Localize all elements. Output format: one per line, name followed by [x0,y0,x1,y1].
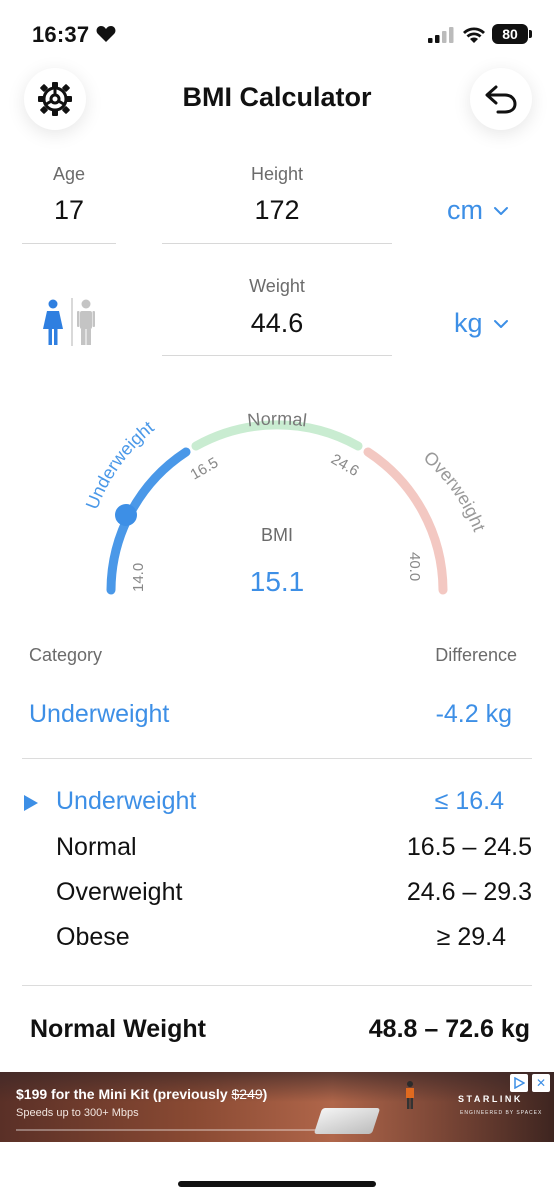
range-value: ≤ 16.4 [434,787,504,815]
gauge-tick-24-6: 24.6 [328,451,362,480]
height-unit-select[interactable]: cm [447,195,509,226]
ad-headline: $199 for the Mini Kit (previously $249) [16,1086,267,1102]
chevron-down-icon [493,319,508,328]
height-label: Height [250,164,304,184]
ad-person-image [406,1081,414,1109]
gender-toggle[interactable] [42,298,102,348]
back-button[interactable] [470,68,532,130]
ad-product-image [313,1108,381,1134]
home-indicator[interactable] [178,1181,376,1187]
female-icon [43,299,63,345]
gauge-zone-label-underweight: Underweight [82,417,158,512]
difference-label: Difference [435,645,517,665]
cellular-signal-icon [428,27,454,43]
ad-subline: Speeds up to 300+ Mbps [16,1107,139,1119]
range-row-normal: Normal 16.5 – 24.5 [0,833,554,869]
range-name: Obese [56,923,130,951]
bmi-value: 15.1 [249,566,305,597]
ad-headline-suffix: ) [262,1086,268,1102]
normal-weight-value: 48.8 – 72.6 kg [368,1015,530,1043]
age-field[interactable]: 17 [22,195,116,226]
ad-fine-print-graphic [16,1128,336,1134]
ad-headline-old-price: $249 [231,1086,263,1102]
range-row-overweight: Overweight 24.6 – 29.3 [0,878,554,914]
category-value: Underweight [29,700,170,728]
ad-close-icon[interactable]: ✕ [532,1074,550,1092]
heart-icon [96,26,116,42]
ad-banner[interactable]: $199 for the Mini Kit (previously $249) … [0,1072,554,1142]
status-bar: 16:37 80 [0,0,554,70]
adchoices-icon[interactable] [510,1074,528,1092]
weight-label: Weight [249,276,305,296]
selected-marker-icon [24,795,38,811]
age-label: Age [52,164,86,184]
age-underline [22,243,116,244]
range-value: 24.6 – 29.3 [406,878,532,906]
range-value: ≥ 29.4 [436,923,506,951]
gauge-tick-16-5: 16.5 [188,454,222,483]
status-time: 16:37 [32,22,90,47]
weight-unit-label: kg [454,308,483,338]
normal-weight-label: Normal Weight [30,1015,206,1043]
range-name: Overweight [56,878,183,906]
wifi-icon [463,27,485,43]
height-underline [162,243,392,244]
gauge-zone-label-normal: Normal [246,408,308,430]
bmi-label: BMI [260,525,293,545]
divider [22,758,532,759]
weight-underline [162,355,392,356]
difference-value: -4.2 kg [435,700,512,728]
gauge-pointer [115,504,137,526]
chevron-down-icon [494,206,508,215]
range-row-underweight: Underweight ≤ 16.4 [0,787,554,823]
category-label: Category [29,645,103,665]
undo-arrow-icon [485,85,517,114]
range-value: 16.5 – 24.5 [406,833,532,861]
height-unit-label: cm [447,195,483,225]
height-field[interactable]: 172 [162,195,392,226]
range-name: Normal [56,833,137,861]
ad-brand: STARLINK [458,1094,523,1104]
ad-brand-sub: ENGINEERED BY SPACEX [460,1110,543,1116]
range-name: Underweight [56,787,197,815]
male-icon [77,299,95,345]
divider [22,985,532,986]
weight-field[interactable]: 44.6 [162,308,392,339]
weight-unit-select[interactable]: kg [454,308,509,339]
ad-headline-prefix: $199 for the Mini Kit (previously [16,1086,232,1102]
range-row-obese: Obese ≥ 29.4 [0,923,554,959]
battery-indicator: 80 [492,24,532,44]
